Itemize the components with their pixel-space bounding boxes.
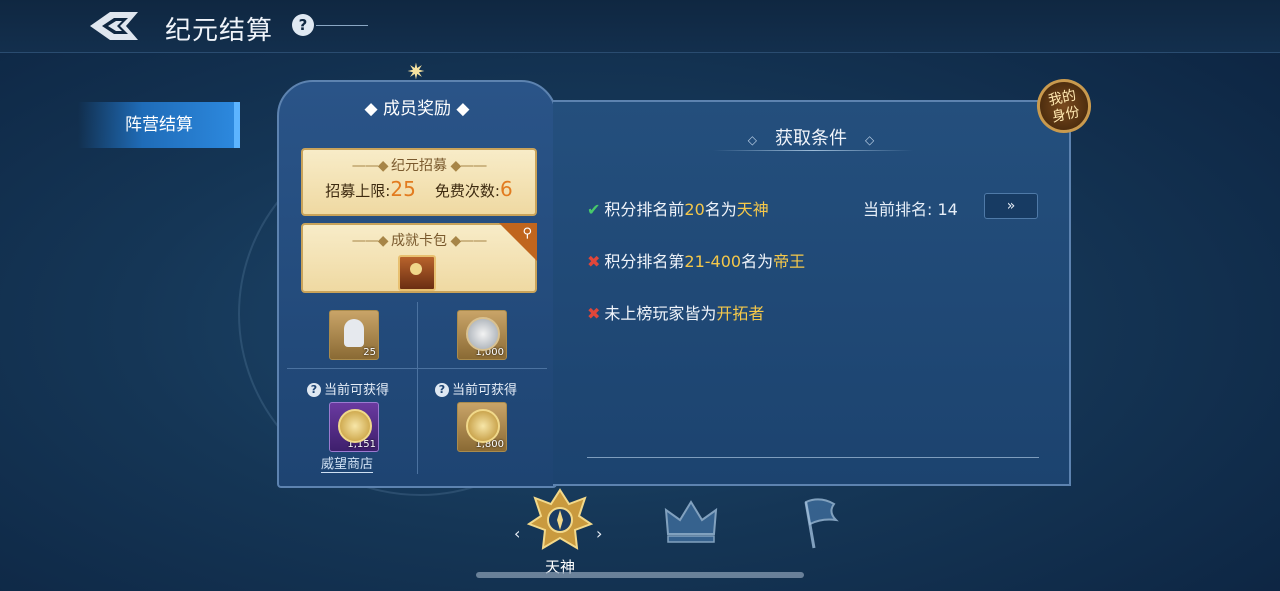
help-icon[interactable]: ? xyxy=(292,14,314,36)
chevron-left-icon[interactable]: ‹ xyxy=(514,524,520,543)
help-icon[interactable]: ? xyxy=(435,383,449,397)
available-label-left[interactable]: ? 当前可获得 xyxy=(307,379,389,398)
god-rank-icon[interactable] xyxy=(525,486,595,556)
statue-item-icon[interactable]: 25 xyxy=(329,310,379,360)
cross-icon: ✖ xyxy=(587,304,601,323)
item-count: 25 xyxy=(363,347,376,358)
free-count-value: 6 xyxy=(499,177,513,201)
crown-icon[interactable] xyxy=(656,486,726,556)
back-icon[interactable] xyxy=(88,8,144,44)
gold-coin-item-icon[interactable]: 1,800 xyxy=(457,402,507,452)
recruit-stats: 招募上限:25 免费次数:6 xyxy=(303,177,535,201)
current-rank-value: 14 xyxy=(937,200,958,219)
recruit-limit-label: 招募上限: xyxy=(325,182,391,200)
available-label-right[interactable]: ? 当前可获得 xyxy=(435,379,517,398)
recruit-card-header: ——◆ 纪元招募 ◆—— xyxy=(351,158,487,174)
search-icon[interactable]: ⚲ xyxy=(522,226,532,241)
member-reward-panel: ◆ 成员奖励 ◆ ——◆ 纪元招募 ◆—— 招募上限:25 免费次数:6 ——◆… xyxy=(277,80,557,488)
flag-icon[interactable] xyxy=(784,486,854,556)
rank-detail-button[interactable]: » xyxy=(984,193,1038,219)
recruit-card[interactable]: ——◆ 纪元招募 ◆—— 招募上限:25 免费次数:6 xyxy=(301,148,537,216)
page-title: 纪元结算 xyxy=(165,16,274,46)
title-divider xyxy=(316,25,368,26)
prestige-coin-item-icon[interactable]: 1,151 xyxy=(329,402,379,452)
item-count: 1,000 xyxy=(475,347,504,358)
recruit-limit-value: 25 xyxy=(390,177,416,201)
achievement-card-title: 成就卡包 xyxy=(391,233,447,249)
panel-divider xyxy=(587,457,1039,458)
reward-grid: 25 1,000 ? 当前可获得 ? 当前可获得 1,151 1,800 威望商店 xyxy=(287,302,547,474)
condition-row-emperor: ✖ 积分排名第21-400名为帝王 xyxy=(587,252,806,271)
current-rank: 当前排名: 14 xyxy=(863,200,958,219)
prestige-shop-link[interactable]: 威望商店 xyxy=(321,453,374,473)
checkmark-icon: ✔ xyxy=(587,200,601,219)
chevron-right-icon[interactable]: › xyxy=(596,524,602,543)
help-icon[interactable]: ? xyxy=(307,383,321,397)
top-bar: 纪元结算 ? xyxy=(0,0,1280,53)
free-count-label: 免费次数: xyxy=(434,182,500,200)
silver-coin-item-icon[interactable]: 1,000 xyxy=(457,310,507,360)
grid-divider-horizontal xyxy=(287,368,547,369)
card-pack-icon xyxy=(398,255,436,291)
achievement-card[interactable]: ——◆ 成就卡包 ◆—— ⚲ xyxy=(301,223,537,293)
title-underline xyxy=(713,150,913,151)
conditions-panel: ◇ 获取条件 ◇ ✔ 积分排名前20名为天神 当前排名: 14 » ✖ 积分排名第21-… xyxy=(553,100,1071,486)
recruit-card-title: 纪元招募 xyxy=(391,158,447,174)
sidebar-item-faction-settlement[interactable]: 阵营结算 xyxy=(78,102,240,148)
item-count: 1,151 xyxy=(347,439,376,450)
item-count: 1,800 xyxy=(475,439,504,450)
conditions-title: ◇ 获取条件 ◇ xyxy=(747,128,875,149)
conditions-title-text: 获取条件 xyxy=(775,128,847,149)
grid-divider-vertical xyxy=(417,302,418,474)
reward-panel-title: ◆ 成员奖励 ◆ xyxy=(364,99,470,119)
condition-row-god: ✔ 积分排名前20名为天神 xyxy=(587,200,769,219)
cross-icon: ✖ xyxy=(587,252,601,271)
reward-panel-title-text: 成员奖励 xyxy=(383,99,451,119)
condition-row-pioneer: ✖ 未上榜玩家皆为开拓者 xyxy=(587,304,765,323)
home-indicator xyxy=(476,572,804,578)
